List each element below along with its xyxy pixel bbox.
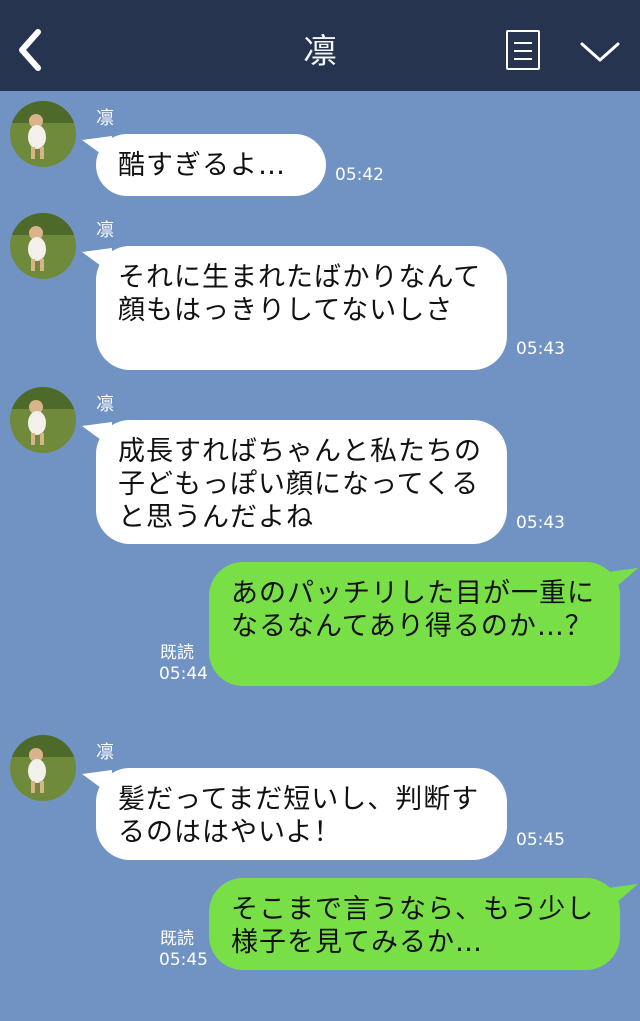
message-bubble: それに生まれたばかりなんて顔もはっきりしてないしさ xyxy=(96,246,507,370)
child-photo-icon xyxy=(10,735,76,801)
sender-name: 凛 xyxy=(96,742,114,763)
chevron-down-icon[interactable] xyxy=(578,36,622,66)
child-photo-icon xyxy=(10,101,76,167)
message-time: 05:42 xyxy=(335,165,384,185)
sender-name: 凛 xyxy=(96,220,114,241)
chat-title: 凛 xyxy=(303,32,337,72)
message-bubble: そこまで言うなら、もう少し様子を見てみるか… xyxy=(209,878,620,970)
avatar[interactable] xyxy=(10,387,76,453)
child-photo-icon xyxy=(10,213,76,279)
child-photo-icon xyxy=(10,387,76,453)
avatar[interactable] xyxy=(10,101,76,167)
menu-icon[interactable] xyxy=(506,30,540,70)
read-receipt: 既読 xyxy=(160,929,194,949)
message-bubble: 髪だってまだ短いし、判断するのははやいよ！ xyxy=(96,768,507,860)
avatar[interactable] xyxy=(10,213,76,279)
message-time: 05:45 xyxy=(159,950,208,970)
message-time: 05:45 xyxy=(516,830,565,850)
avatar[interactable] xyxy=(10,735,76,801)
message-bubble: あのパッチリした目が一重になるなんてあり得るのか…？ xyxy=(209,562,620,686)
chat-header: 凛 xyxy=(0,0,640,91)
message-time: 05:43 xyxy=(516,339,565,359)
message-bubble: 酷すぎるよ… xyxy=(96,134,326,196)
sender-name: 凛 xyxy=(96,108,114,129)
message-time: 05:44 xyxy=(159,664,208,684)
message-time: 05:43 xyxy=(516,513,565,533)
message-bubble: 成長すればちゃんと私たちの子どもっぽい顔になってくると思うんだよね xyxy=(96,420,507,544)
read-receipt: 既読 xyxy=(160,643,194,663)
sender-name: 凛 xyxy=(96,394,114,415)
